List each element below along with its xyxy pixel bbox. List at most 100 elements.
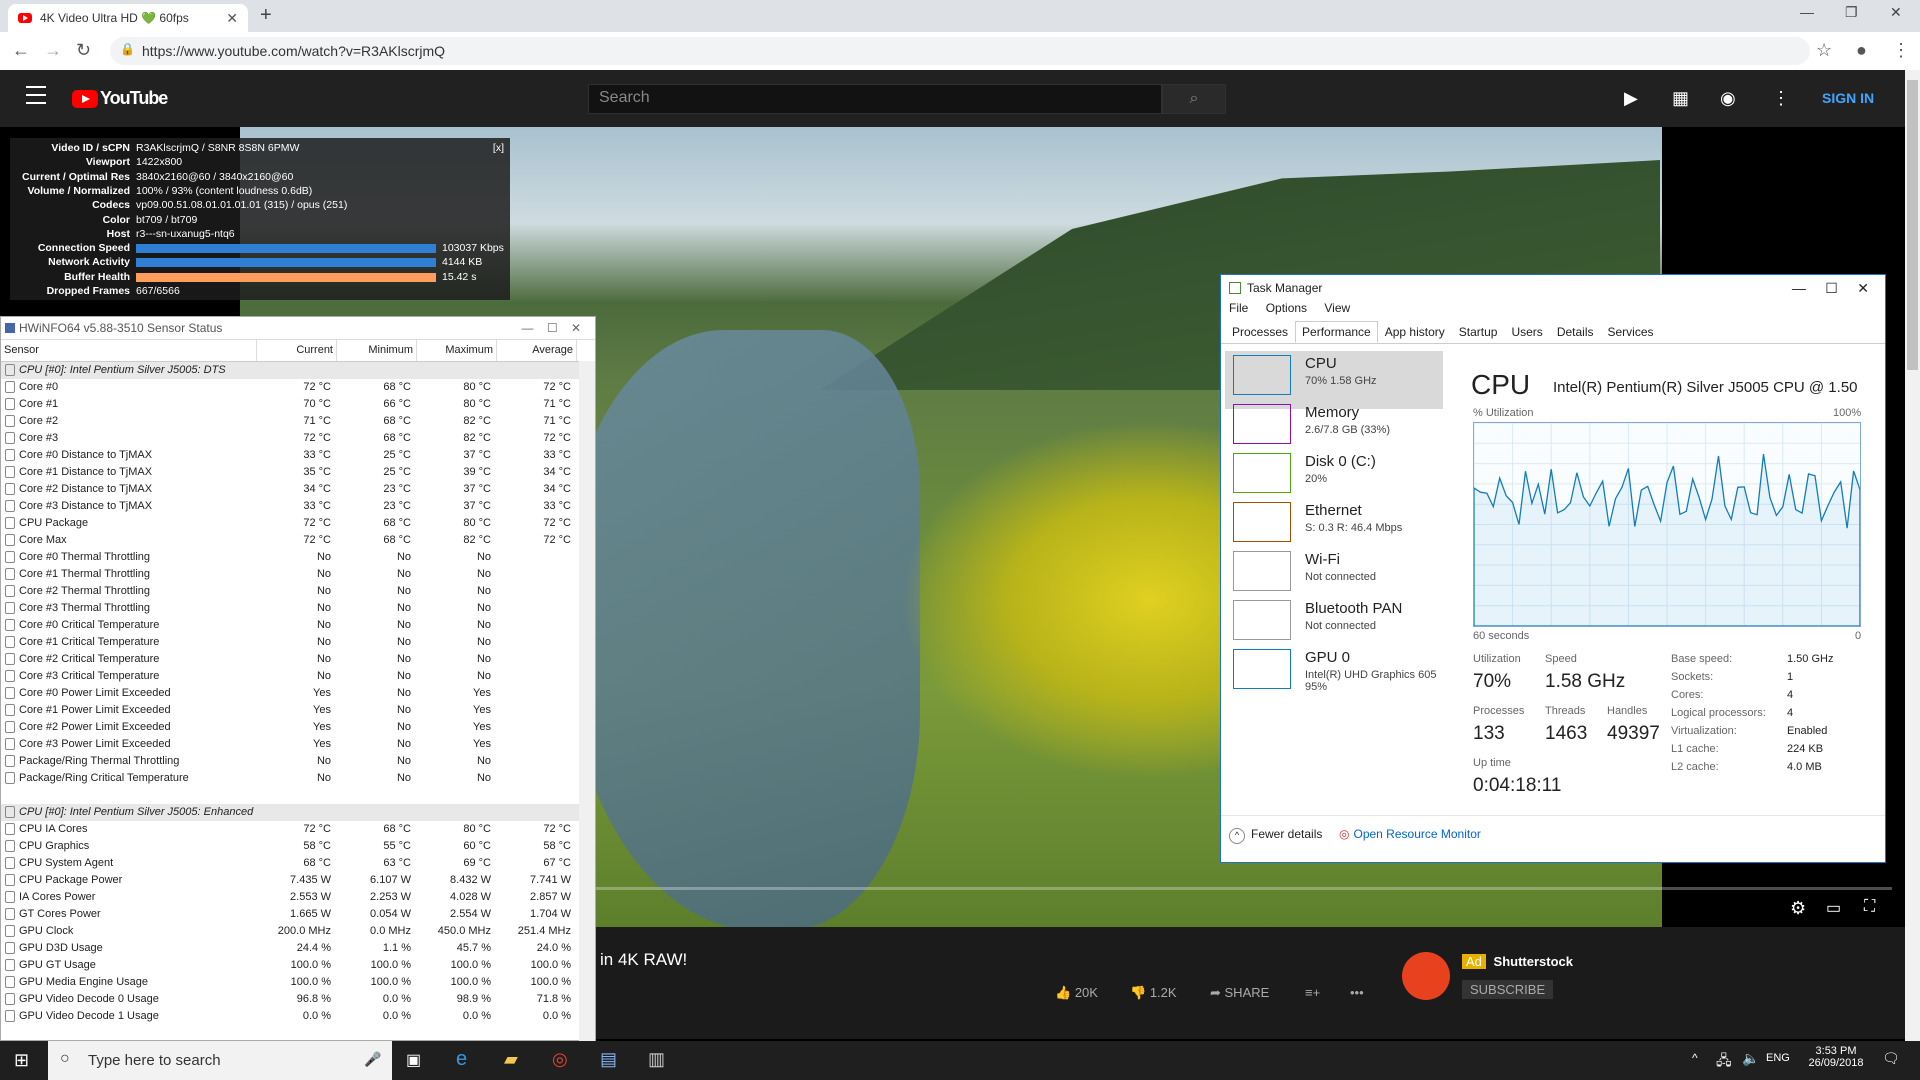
sensor-row[interactable]: Core #1 Distance to TjMAX 35 °C 25 °C 39 °C…	[1, 464, 595, 481]
menu-view[interactable]: View	[1324, 301, 1350, 315]
sensor-row[interactable]: GPU D3D Usage 24.4 % 1.1 % 45.7 % 24.0 %	[1, 940, 595, 957]
edge-icon[interactable]: e	[456, 1048, 467, 1071]
sensor-group-header[interactable]: CPU [#0]: Intel Pentium Silver J5005: En…	[1, 804, 595, 821]
network-tray-icon[interactable]: 🖧	[1716, 1050, 1732, 1074]
dislike-button[interactable]: 👎 1.2K	[1130, 985, 1177, 1001]
menu-dots-icon[interactable]: ⋮	[1892, 40, 1910, 61]
forward-icon[interactable]: →	[44, 40, 62, 61]
subscribe-button[interactable]: SUBSCRIBE	[1462, 980, 1554, 999]
sensor-row[interactable]: Core #2 Power Limit Exceeded Yes No Yes	[1, 719, 595, 736]
sensor-row[interactable]: Core #0 Distance to TjMAX 33 °C 25 °C 37 °C…	[1, 447, 595, 464]
more-actions-icon[interactable]: •••	[1350, 985, 1364, 1000]
sensor-row[interactable]: CPU IA Cores 72 °C 68 °C 80 °C 72 °C	[1, 821, 595, 838]
sensor-row[interactable]: Core #0 Thermal Throttling No No No	[1, 549, 595, 566]
sensor-row[interactable]: Core #1 Power Limit Exceeded Yes No Yes	[1, 702, 595, 719]
share-button[interactable]: ➦ SHARE	[1210, 985, 1269, 1001]
sensor-row[interactable]: Package/Ring Critical Temperature No No No	[1, 770, 595, 787]
sensor-row[interactable]: Core #1 Critical Temperature No No No	[1, 634, 595, 651]
shutterstock-avatar[interactable]	[1402, 952, 1450, 1000]
sensor-row[interactable]: Core #3 Distance to TjMAX 33 °C 23 °C 37 °C…	[1, 498, 595, 515]
profile-icon[interactable]: ●	[1856, 40, 1867, 61]
lock-icon[interactable]: 🔒	[120, 42, 135, 56]
sensor-row[interactable]: Core #0 72 °C 68 °C 80 °C 72 °C	[1, 379, 595, 396]
col-maximum[interactable]: Maximum	[417, 340, 497, 361]
tm-window-controls[interactable]: — ☐ ✕	[1792, 280, 1869, 297]
back-icon[interactable]: ←	[12, 40, 30, 61]
search-icon[interactable]: ⌕	[1162, 84, 1226, 114]
windows-start-icon[interactable]: ⊞	[14, 1050, 29, 1071]
bookmark-star-icon[interactable]: ☆	[1816, 40, 1832, 61]
youtube-logo[interactable]: YouTube	[72, 88, 168, 109]
tab-services[interactable]: Services	[1601, 321, 1661, 343]
tab-startup[interactable]: Startup	[1452, 321, 1505, 343]
close-tab-icon[interactable]: ✕	[226, 10, 238, 27]
close-window-icon[interactable]: ✕	[1890, 4, 1902, 21]
taskbar-search-input[interactable]: ○ Type here to search 🎤	[48, 1041, 392, 1080]
sensor-row[interactable]: Core #3 Power Limit Exceeded Yes No Yes	[1, 736, 595, 753]
sensor-row[interactable]: Core #2 71 °C 68 °C 82 °C 71 °C	[1, 413, 595, 430]
tab-app-history[interactable]: App history	[1378, 321, 1452, 343]
tray-expand-icon[interactable]: ^	[1692, 1051, 1698, 1065]
sensor-row[interactable]: GPU Clock 200.0 MHz 0.0 MHz 450.0 MHz 251.4 …	[1, 923, 595, 940]
file-explorer-icon[interactable]: ▰	[504, 1049, 518, 1070]
settings-dots-icon[interactable]: ⋮	[1772, 88, 1790, 109]
sensor-row[interactable]: Core #3 Thermal Throttling No No No	[1, 600, 595, 617]
sensor-row[interactable]: GPU Video Decode 0 Usage 96.8 % 0.0 % 98.9 …	[1, 991, 595, 1008]
volume-tray-icon[interactable]: 🔈	[1742, 1050, 1759, 1067]
browser-tab[interactable]: 4K Video Ultra HD 💚 60fps ✕	[8, 4, 248, 32]
col-average[interactable]: Average	[497, 340, 577, 361]
sensor-row[interactable]: Package/Ring Thermal Throttling No No No	[1, 753, 595, 770]
sign-in-button[interactable]: SIGN IN	[1822, 90, 1874, 106]
language-indicator[interactable]: ENG	[1766, 1052, 1790, 1064]
sensor-row[interactable]: Core #0 Power Limit Exceeded Yes No Yes	[1, 685, 595, 702]
col-minimum[interactable]: Minimum	[337, 340, 417, 361]
clock[interactable]: 3:53 PM 26/09/2018	[1806, 1045, 1866, 1069]
upload-video-icon[interactable]: ▶	[1624, 88, 1638, 109]
youtube-search-input[interactable]: Search	[588, 84, 1162, 114]
sensor-row[interactable]: GT Cores Power 1.665 W 0.054 W 2.554 W 1.704…	[1, 906, 595, 923]
restore-icon[interactable]: ❐	[1845, 4, 1858, 21]
menu-file[interactable]: File	[1229, 301, 1248, 315]
tab-details[interactable]: Details	[1550, 321, 1601, 343]
like-button[interactable]: 👍 20K	[1055, 985, 1098, 1001]
sensor-group-header[interactable]: CPU [#0]: Intel Pentium Silver J5005: DT…	[1, 362, 595, 379]
page-scrollbar-thumb[interactable]	[1907, 80, 1918, 370]
sensor-row[interactable]: GPU Media Engine Usage 100.0 % 100.0 % 100.…	[1, 974, 595, 991]
action-center-icon[interactable]: 🗨	[1882, 1050, 1900, 1067]
reload-icon[interactable]: ↻	[76, 40, 91, 61]
sensor-row[interactable]: CPU Package 72 °C 68 °C 80 °C 72 °C	[1, 515, 595, 532]
tab-users[interactable]: Users	[1504, 321, 1549, 343]
tab-processes[interactable]: Processes	[1225, 321, 1295, 343]
col-current[interactable]: Current	[257, 340, 337, 361]
sensor-row[interactable]: Core #1 70 °C 66 °C 80 °C 71 °C	[1, 396, 595, 413]
sensor-row[interactable]: Core #0 Critical Temperature No No No	[1, 617, 595, 634]
messages-icon[interactable]: ◉	[1720, 88, 1736, 109]
sensor-row[interactable]: Core #3 72 °C 68 °C 82 °C 72 °C	[1, 430, 595, 447]
sensor-row[interactable]: Core #1 Thermal Throttling No No No	[1, 566, 595, 583]
microphone-icon[interactable]: 🎤	[364, 1051, 381, 1068]
hamburger-menu-icon[interactable]	[26, 86, 46, 104]
sensor-row[interactable]: IA Cores Power 2.553 W 2.253 W 4.028 W 2.857…	[1, 889, 595, 906]
col-sensor[interactable]: Sensor	[1, 340, 257, 361]
sensor-row[interactable]: GPU Video Decode 1 Usage 0.0 % 0.0 % 0.0 % 0…	[1, 1008, 595, 1025]
menu-options[interactable]: Options	[1266, 301, 1307, 315]
sensor-row[interactable]: CPU System Agent 68 °C 63 °C 69 °C 67 °C	[1, 855, 595, 872]
task-view-icon[interactable]: ▣	[406, 1050, 421, 1070]
apps-grid-icon[interactable]: ▦	[1672, 88, 1689, 109]
sensor-row[interactable]: Core #2 Critical Temperature No No No	[1, 651, 595, 668]
url-input[interactable]: https://www.youtube.com/watch?v=R3AKlscr…	[110, 37, 1810, 65]
sensor-row[interactable]: GPU GT Usage 100.0 % 100.0 % 100.0 % 100.0 %	[1, 957, 595, 974]
sensor-row[interactable]: CPU Package Power 7.435 W 6.107 W 8.432 W 7.…	[1, 872, 595, 889]
task-manager-taskbar-icon[interactable]: ▤	[600, 1049, 617, 1070]
tab-performance[interactable]: Performance	[1295, 321, 1378, 343]
perf-item-gpu-0[interactable]: GPU 0 Intel(R) UHD Graphics 605 95%	[1225, 645, 1443, 703]
hwinfo-scrollbar[interactable]	[579, 361, 595, 1041]
add-to-playlist-icon[interactable]: ≡+	[1305, 985, 1320, 1000]
sensor-row[interactable]: Core Max 72 °C 68 °C 82 °C 72 °C	[1, 532, 595, 549]
fewer-details-button[interactable]: ^ Fewer details	[1229, 827, 1322, 844]
minimize-icon[interactable]: —	[1800, 4, 1814, 20]
sensor-row[interactable]: Core #2 Distance to TjMAX 34 °C 23 °C 37 °C…	[1, 481, 595, 498]
new-tab-icon[interactable]: +	[260, 4, 272, 27]
hwinfo-taskbar-icon[interactable]: ▥	[648, 1049, 665, 1070]
chrome-icon[interactable]: ◎	[552, 1049, 568, 1070]
